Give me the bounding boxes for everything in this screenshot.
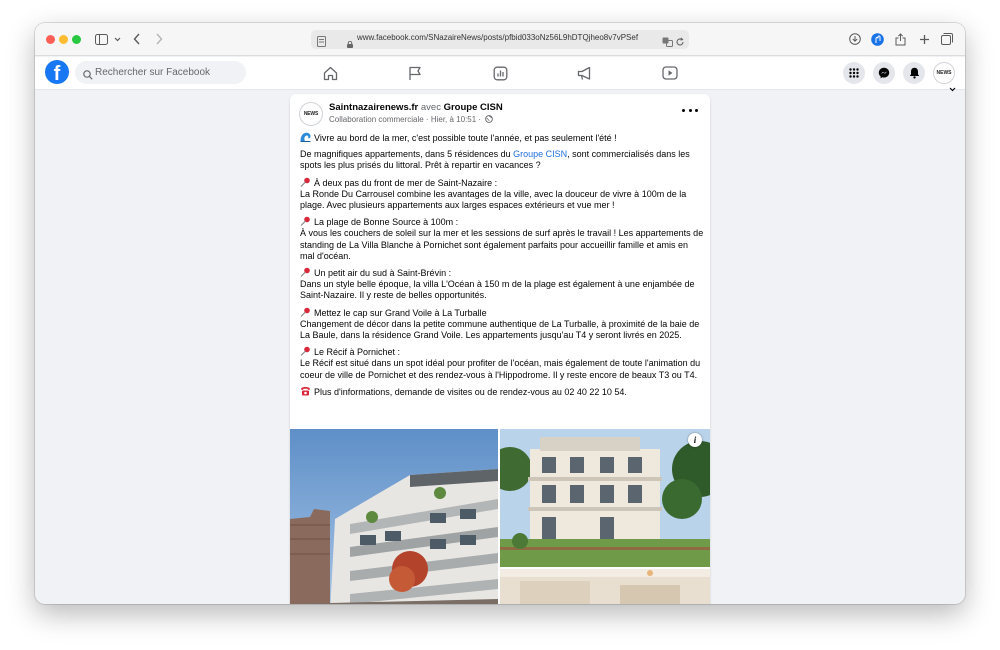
post-intro: Vivre au bord de la mer, c'est possible … (314, 133, 617, 143)
flag-icon[interactable] (407, 65, 423, 81)
megaphone-icon[interactable] (577, 65, 593, 81)
post-description: De magnifiques appartements, dans 5 rési… (300, 149, 704, 171)
post-body: Vivre au bord de la mer, c'est possible … (300, 132, 704, 403)
pin-icon (300, 346, 311, 357)
close-window-button[interactable] (46, 35, 55, 44)
post-section: Mettez le cap sur Grand Voile à La Turba… (300, 307, 704, 342)
extension-icon[interactable] (871, 31, 884, 47)
minimize-window-button[interactable] (59, 35, 68, 44)
pin-icon (300, 307, 311, 317)
post-intro-line: Vivre au bord de la mer, c'est possible … (300, 132, 704, 144)
section-text: À vous les couchers de soleil sur la mer… (300, 228, 704, 261)
account-avatar-text: NEWS (936, 70, 952, 76)
chevron-down-icon[interactable] (114, 31, 121, 47)
wave-icon (300, 132, 311, 142)
account-chevron-down-icon[interactable] (949, 79, 956, 97)
back-icon[interactable] (133, 31, 141, 47)
post-partner[interactable]: Groupe CISN (444, 102, 503, 113)
pin-icon (300, 216, 311, 227)
post-photo-residence-1[interactable] (290, 429, 498, 604)
post-meta: Collaboration commerciale · Hier, à 10:5… (329, 115, 494, 125)
address-bar[interactable]: www.facebook.com/SNazaireNews/posts/pfbi… (311, 30, 689, 49)
lock-icon (347, 35, 353, 48)
page-avatar[interactable]: NEWS (299, 102, 323, 126)
menu-grid-icon[interactable] (843, 62, 865, 84)
facebook-header: f NEWS (35, 57, 965, 92)
section-title: La plage de Bonne Source à 100m : (314, 217, 459, 228)
post-author[interactable]: Saintnazairenews.fr (329, 102, 418, 113)
post-section: À deux pas du front de mer de Saint-Naza… (300, 177, 704, 212)
section-text: Changement de décor dans la petite commu… (300, 318, 700, 341)
info-button[interactable]: i (688, 433, 702, 447)
section-title: Mettez le cap sur Grand Voile à La Turba… (314, 307, 487, 318)
post-section: La plage de Bonne Source à 100m : À vous… (300, 216, 704, 262)
post-with-word: avec (420, 102, 441, 113)
zoom-window-button[interactable] (72, 35, 81, 44)
download-icon[interactable] (849, 31, 861, 47)
search-bar[interactable] (75, 61, 246, 84)
telephone-icon (300, 386, 311, 396)
post-photo-residence-2[interactable]: i (500, 429, 710, 567)
messenger-icon[interactable] (873, 62, 895, 84)
notifications-icon[interactable] (903, 62, 925, 84)
section-title: Le Récif à Pornichet : (314, 347, 401, 358)
share-icon[interactable] (895, 31, 906, 47)
feed-post: NEWS Saintnazairenews.fr avec Groupe CIS… (290, 94, 710, 604)
tab-overview-icon[interactable] (941, 31, 953, 47)
url-text[interactable]: www.facebook.com/SNazaireNews/posts/pfbi… (357, 33, 645, 42)
browser-toolbar: www.facebook.com/SNazaireNews/posts/pfbi… (35, 23, 965, 56)
reload-icon[interactable] (675, 34, 685, 52)
post-header: Saintnazairenews.fr avec Groupe CISN (329, 102, 503, 113)
video-icon[interactable] (662, 65, 678, 81)
section-text: La Ronde Du Carrousel combine les avanta… (300, 188, 687, 211)
globe-icon (485, 115, 494, 125)
section-title: Un petit air du sud à Saint-Brévin : (314, 268, 452, 279)
post-desc-before: De magnifiques appartements, dans 5 rési… (300, 149, 514, 160)
forward-icon[interactable] (155, 31, 163, 47)
groupe-cisn-link[interactable]: Groupe CISN (513, 149, 567, 159)
translate-icon[interactable] (662, 34, 673, 52)
more-options-button[interactable] (682, 106, 698, 114)
search-input[interactable] (95, 64, 240, 81)
page-avatar-text: NEWS (303, 111, 319, 117)
pin-icon (300, 267, 311, 277)
browser-window: www.facebook.com/SNazaireNews/posts/pfbi… (35, 23, 965, 604)
post-photo-interior[interactable] (500, 569, 710, 604)
new-tab-icon[interactable] (919, 31, 930, 47)
home-icon[interactable] (322, 65, 338, 81)
post-photo-grid: i (290, 429, 710, 604)
post-section: Un petit air du sud à Saint-Brévin : Dan… (300, 267, 704, 302)
section-title: À deux pas du front de mer de Saint-Naza… (314, 177, 498, 188)
page-settings-icon[interactable] (317, 34, 326, 52)
sidebar-toggle-icon[interactable] (95, 31, 108, 47)
section-text: Le Récif est situé dans un spot idéal po… (300, 358, 701, 380)
post-section: Le Récif à Pornichet : Le Récif est situ… (300, 346, 704, 381)
gaming-icon[interactable] (492, 65, 508, 81)
section-text: Dans un style belle époque, la villa L'O… (300, 279, 695, 301)
post-contact-line: Plus d'informations, demande de visites … (300, 386, 704, 398)
pin-icon (300, 177, 311, 187)
search-icon (83, 67, 93, 85)
facebook-logo-letter: f (53, 63, 61, 84)
post-subtitle[interactable]: Collaboration commerciale · Hier, à 10:5… (329, 115, 481, 124)
post-contact: Plus d'informations, demande de visites … (314, 386, 627, 397)
facebook-logo[interactable]: f (45, 60, 69, 84)
